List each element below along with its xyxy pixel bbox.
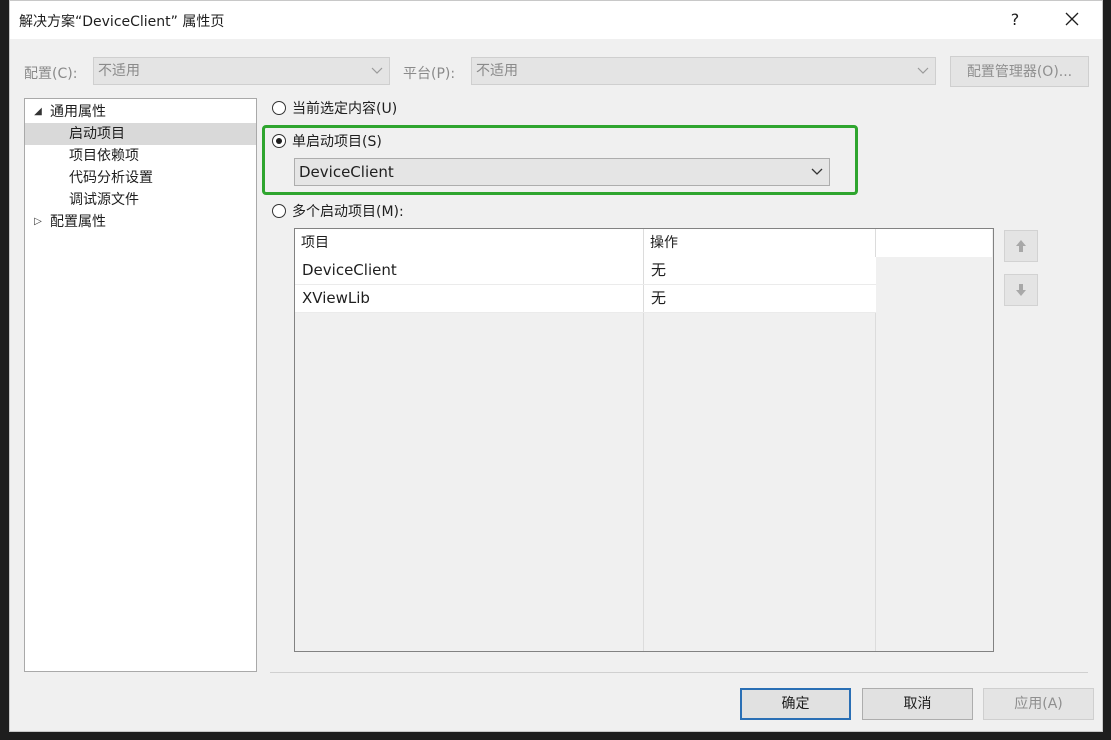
window-title: 解决方案“DeviceClient” 属性页 [19, 14, 225, 30]
config-combo: 不适用 [93, 57, 390, 85]
column-header-action[interactable]: 操作 [644, 229, 876, 257]
close-button[interactable] [1057, 7, 1087, 33]
tree-item-code-analysis[interactable]: 代码分析设置 [25, 167, 256, 189]
help-button[interactable]: ? [1003, 9, 1027, 33]
cell-project: DeviceClient [302, 261, 397, 279]
platform-label: 平台(P): [403, 66, 456, 82]
ok-button[interactable]: 确定 [740, 688, 851, 720]
category-tree[interactable]: ◢ 通用属性 启动项目 项目依赖项 代码分析设置 调试源文件 ▷ 配置属性 [24, 98, 257, 672]
grid-header: 项目 操作 [295, 229, 992, 257]
cancel-button[interactable]: 取消 [862, 688, 973, 720]
table-row[interactable]: XViewLib 无 [295, 285, 876, 313]
tree-item-project-dependencies[interactable]: 项目依赖项 [25, 145, 256, 167]
config-value: 不适用 [98, 63, 140, 79]
title-bar: 解决方案“DeviceClient” 属性页 ? [10, 1, 1102, 39]
arrow-up-icon [1016, 240, 1026, 252]
apply-button: 应用(A) [983, 688, 1094, 720]
startup-projects-grid[interactable]: 项目 操作 DeviceClient 无 XViewLib 无 [294, 228, 994, 652]
background-edge [0, 0, 9, 740]
platform-value: 不适用 [476, 63, 518, 79]
radio-circle[interactable] [272, 134, 286, 148]
separator [270, 672, 1088, 673]
properties-dialog: 解决方案“DeviceClient” 属性页 ? 配置(C): 不适用 平台(P… [9, 0, 1103, 732]
cell-action[interactable]: 无 [643, 257, 876, 284]
close-icon [1065, 12, 1079, 26]
single-startup-value: DeviceClient [299, 163, 394, 181]
tree-item-startup-project[interactable]: 启动项目 [25, 123, 256, 145]
single-startup-combo[interactable]: DeviceClient [294, 158, 830, 186]
tree-item-debug-source-files[interactable]: 调试源文件 [25, 189, 256, 211]
platform-combo: 不适用 [471, 57, 936, 85]
table-row[interactable]: DeviceClient 无 [295, 257, 876, 285]
cell-action[interactable]: 无 [643, 285, 876, 312]
chevron-down-icon[interactable] [811, 159, 823, 193]
chevron-down-icon [917, 58, 929, 93]
expanded-arrow-icon[interactable]: ◢ [32, 101, 44, 123]
tree-item-common-properties[interactable]: ◢ 通用属性 [25, 101, 256, 123]
move-down-button [1004, 274, 1038, 306]
config-label: 配置(C): [24, 66, 78, 82]
move-up-button [1004, 230, 1038, 262]
chevron-down-icon [371, 58, 383, 93]
column-header-project[interactable]: 项目 [295, 229, 644, 257]
radio-circle[interactable] [272, 101, 286, 115]
cell-project: XViewLib [302, 289, 370, 307]
collapsed-arrow-icon[interactable]: ▷ [32, 211, 44, 233]
config-manager-button: 配置管理器(O)... [950, 56, 1089, 87]
radio-circle[interactable] [272, 204, 286, 218]
tree-item-config-properties[interactable]: ▷ 配置属性 [25, 211, 256, 233]
arrow-down-icon [1016, 284, 1026, 296]
